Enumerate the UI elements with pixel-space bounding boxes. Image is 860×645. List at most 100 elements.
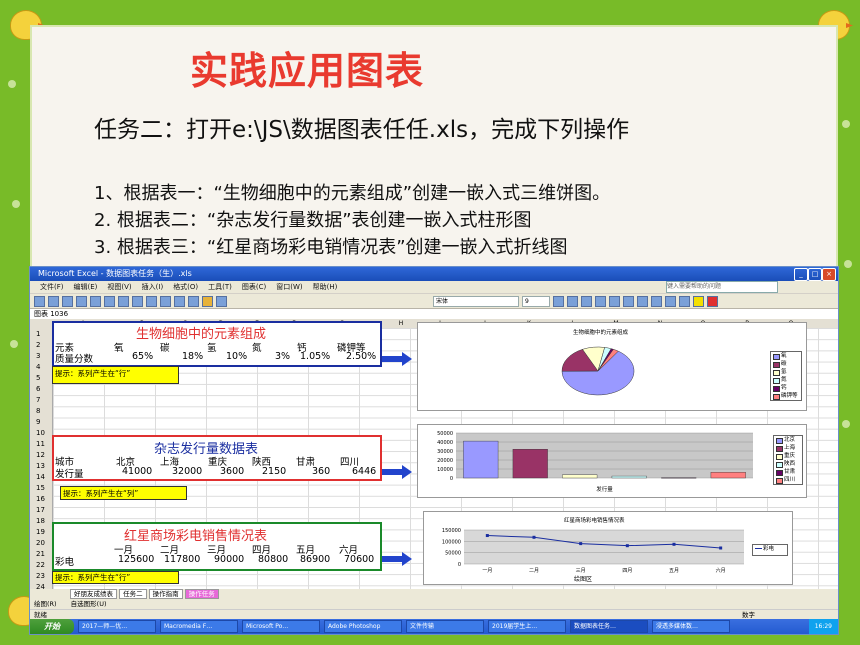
table3-row-label[interactable]: 彩电	[55, 554, 74, 568]
preview-icon[interactable]	[90, 295, 101, 307]
sheet-tab[interactable]: 操作指南	[148, 589, 183, 599]
row-header[interactable]: 14	[36, 473, 45, 481]
taskbar-item[interactable]: 文件传输	[406, 620, 484, 633]
row-header[interactable]: 7	[36, 396, 40, 404]
taskbar-item[interactable]: 浸透多媒体数…	[652, 620, 730, 633]
zoom-icon[interactable]	[216, 295, 227, 307]
table-element-composition[interactable]: 生物细胞中的元素组成	[52, 321, 382, 367]
table1-row-label[interactable]: 质量分数	[55, 351, 93, 365]
open-icon[interactable]	[48, 295, 59, 307]
menu-file[interactable]: 文件(F)	[40, 281, 64, 293]
table1-value[interactable]: 65%	[132, 351, 153, 362]
row-header[interactable]: 17	[36, 506, 45, 514]
row-header[interactable]: 9	[36, 418, 40, 426]
font-color-icon[interactable]	[707, 295, 718, 307]
table3-value[interactable]: 70600	[344, 554, 374, 565]
table2-value[interactable]: 360	[312, 466, 330, 477]
row-header[interactable]: 19	[36, 528, 45, 536]
autoshape-menu[interactable]: 自选图形(U)	[71, 600, 107, 608]
table1-header[interactable]: 氮	[252, 340, 262, 354]
excel-titlebar[interactable]: Microsoft Excel - 数据图表任务（生）.xls _ □ ×	[30, 267, 838, 281]
table2-value[interactable]: 6446	[352, 466, 376, 477]
excel-window[interactable]: Microsoft Excel - 数据图表任务（生）.xls _ □ × 文件…	[29, 266, 839, 635]
copy-icon[interactable]	[118, 295, 129, 307]
table3-value[interactable]: 80800	[258, 554, 288, 565]
menu-window[interactable]: 窗口(W)	[276, 281, 302, 293]
col-header[interactable]: H	[396, 319, 406, 328]
row-header[interactable]: 18	[36, 517, 45, 525]
start-button[interactable]: 开始	[30, 619, 74, 634]
row-header[interactable]: 11	[36, 440, 45, 448]
redo-icon[interactable]	[160, 295, 171, 307]
taskbar-item[interactable]: 2017—师—优…	[78, 620, 156, 633]
align-center-icon[interactable]	[609, 295, 620, 307]
minimize-icon[interactable]: _	[794, 268, 808, 281]
table1-value[interactable]: 3%	[275, 351, 290, 362]
font-size-select[interactable]: 9	[522, 295, 550, 307]
row-header[interactable]: 6	[36, 385, 40, 393]
table1-value[interactable]: 1.05%	[300, 351, 330, 362]
table1-header[interactable]: 氧	[114, 340, 124, 354]
menu-tools[interactable]: 工具(T)	[208, 281, 232, 293]
undo-icon[interactable]	[146, 295, 157, 307]
table3-value[interactable]: 117800	[164, 554, 200, 565]
draw-menu[interactable]: 绘图(R)	[34, 600, 57, 608]
maximize-icon[interactable]: □	[808, 268, 822, 281]
row-header[interactable]: 5	[36, 374, 40, 382]
row-header[interactable]: 13	[36, 462, 45, 470]
taskbar-item[interactable]: Adobe Photoshop	[324, 620, 402, 633]
table3-value[interactable]: 86900	[300, 554, 330, 565]
menu-insert[interactable]: 插入(I)	[142, 281, 164, 293]
taskbar-item[interactable]: Macromedia F…	[160, 620, 238, 633]
row-header[interactable]: 16	[36, 495, 45, 503]
italic-icon[interactable]	[567, 295, 578, 307]
table1-value[interactable]: 10%	[226, 351, 247, 362]
save-icon[interactable]	[62, 295, 73, 307]
help-search-input[interactable]: 键入需要帮助的问题	[666, 281, 778, 293]
pie-chart[interactable]: 生物细胞中的元素组成 氧 碳 氢 氮 钙 磷钾等	[417, 322, 807, 411]
table1-header[interactable]: 碳	[160, 340, 170, 354]
menu-help[interactable]: 帮助(H)	[313, 281, 338, 293]
print-icon[interactable]	[76, 295, 87, 307]
table3-value[interactable]: 90000	[214, 554, 244, 565]
sort-icon[interactable]	[188, 295, 199, 307]
menu-view[interactable]: 视图(V)	[107, 281, 131, 293]
row-header[interactable]: 21	[36, 550, 45, 558]
table3-value[interactable]: 125600	[118, 554, 154, 565]
align-right-icon[interactable]	[623, 295, 634, 307]
row-header[interactable]: 10	[36, 429, 45, 437]
table2-row-label[interactable]: 发行量	[55, 466, 84, 480]
table2-value[interactable]: 3600	[220, 466, 244, 477]
table1-value[interactable]: 18%	[182, 351, 203, 362]
row-header[interactable]: 12	[36, 451, 45, 459]
menu-chart[interactable]: 图表(C)	[242, 281, 266, 293]
row-header[interactable]: 22	[36, 561, 45, 569]
row-header[interactable]: 2	[36, 341, 40, 349]
table1-header[interactable]: 氢	[207, 340, 217, 354]
row-header[interactable]: 23	[36, 572, 45, 580]
taskbar-item[interactable]: 数据图表任务…	[570, 620, 648, 633]
row-header[interactable]: 1	[36, 330, 40, 338]
table2-value[interactable]: 32000	[172, 466, 202, 477]
new-icon[interactable]	[34, 295, 45, 307]
font-name-select[interactable]: 宋体	[433, 295, 519, 307]
row-header[interactable]: 3	[36, 352, 40, 360]
bar-chart[interactable]: 50000 40000 30000 20000 10000 0 发行量 北京 上海 重庆 陕…	[417, 424, 807, 498]
row-header[interactable]: 4	[36, 363, 40, 371]
fill-color-icon[interactable]	[693, 295, 704, 307]
table1-value[interactable]: 2.50%	[346, 351, 376, 362]
sheet-tab[interactable]: 好朋友成绩表	[70, 589, 117, 599]
paste-icon[interactable]	[132, 295, 143, 307]
merge-icon[interactable]	[637, 295, 648, 307]
percent-icon[interactable]	[651, 295, 662, 307]
row-header[interactable]: 8	[36, 407, 40, 415]
chart-wizard-icon[interactable]	[202, 295, 213, 307]
sum-icon[interactable]	[174, 295, 185, 307]
taskbar-item[interactable]: 2019届学生上…	[488, 620, 566, 633]
line-chart[interactable]: 红星商场彩电销售情况表 150000 100000 50000 0 一月 二月 三月 四月 五月…	[423, 511, 793, 585]
row-header[interactable]: 20	[36, 539, 45, 547]
sheet-tab[interactable]: 任务二	[119, 589, 147, 599]
bold-icon[interactable]	[553, 295, 564, 307]
sheet-tab[interactable]: 操作任务	[184, 589, 219, 599]
cut-icon[interactable]	[104, 295, 115, 307]
